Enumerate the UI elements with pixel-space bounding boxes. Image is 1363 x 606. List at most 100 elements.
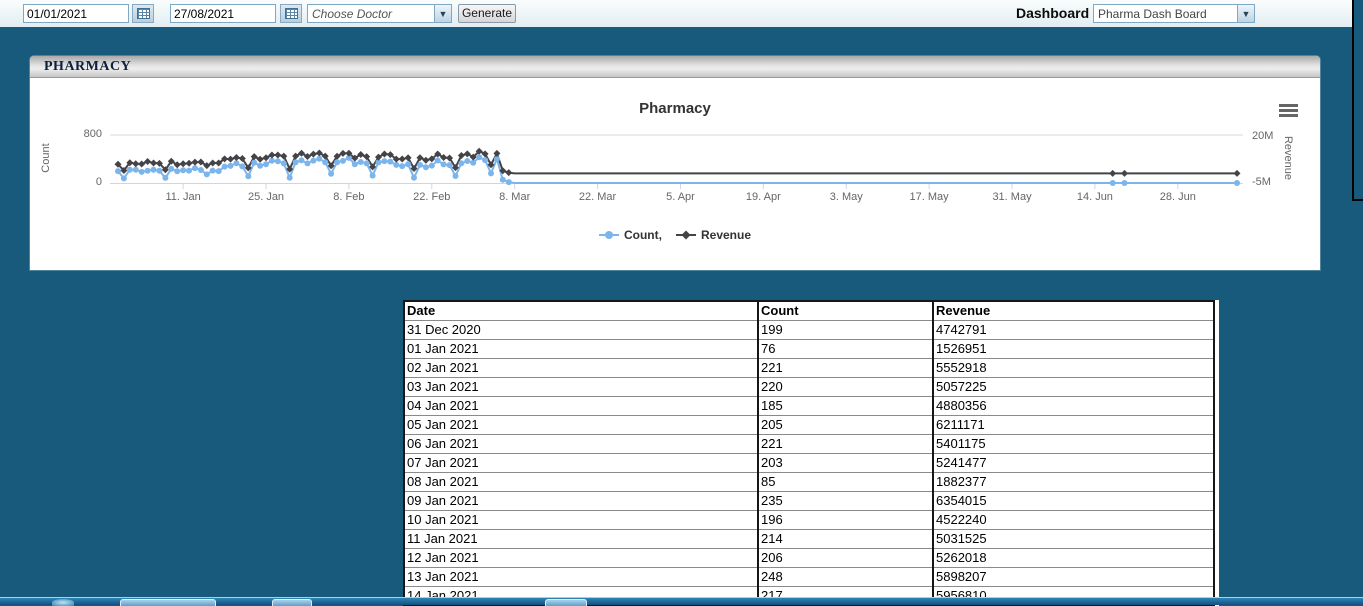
table-cell-date: 09 Jan 2021 <box>404 491 758 510</box>
table-header-count: Count <box>758 301 933 320</box>
table-row: 01 Jan 2021761526951 <box>404 339 1214 358</box>
pharmacy-chart: Pharmacy 800 0 20M -5M Count Revenue 11.… <box>30 78 1320 269</box>
legend-label: Count, <box>624 228 662 242</box>
table-header-row: Date Count Revenue <box>404 301 1214 320</box>
legend-item-count[interactable]: Count, <box>599 228 662 242</box>
xaxis-tick-label: 25. Jan <box>236 191 296 203</box>
chevron-down-icon: ▼ <box>439 9 448 19</box>
table-cell-date: 10 Jan 2021 <box>404 510 758 529</box>
table-row: 03 Jan 20212205057225 <box>404 377 1214 396</box>
table-cell-revenue: 5031525 <box>933 529 1214 548</box>
table-row: 08 Jan 2021851882377 <box>404 472 1214 491</box>
table-cell-date: 12 Jan 2021 <box>404 548 758 567</box>
table-cell-date: 01 Jan 2021 <box>404 339 758 358</box>
table-cell-date: 02 Jan 2021 <box>404 358 758 377</box>
table-cell-revenue: 6211171 <box>933 415 1214 434</box>
table-cell-count: 76 <box>758 339 933 358</box>
table-row: 11 Jan 20212145031525 <box>404 529 1214 548</box>
choose-doctor-dropdown[interactable]: Choose Doctor <box>307 4 435 23</box>
table-cell-date: 04 Jan 2021 <box>404 396 758 415</box>
date-from-input[interactable] <box>23 4 129 23</box>
xaxis-tick-label: 19. Apr <box>733 191 793 203</box>
xaxis-tick-label: 28. Jun <box>1148 191 1208 203</box>
table-header-revenue: Revenue <box>933 301 1214 320</box>
table-row: 07 Jan 20212035241477 <box>404 453 1214 472</box>
dashboard-select-arrow[interactable]: ▼ <box>1237 4 1255 23</box>
table-row: 31 Dec 20201994742791 <box>404 320 1214 339</box>
window-right-edge <box>1352 0 1363 201</box>
xaxis-tick-label: 8. Mar <box>485 191 545 203</box>
xaxis-tick-label: 17. May <box>899 191 959 203</box>
table-cell-count: 221 <box>758 358 933 377</box>
date-to-input[interactable] <box>170 4 276 23</box>
table-cell-revenue: 4522240 <box>933 510 1214 529</box>
dashboard-label: Dashboard <box>1016 5 1089 21</box>
table-cell-date: 05 Jan 2021 <box>404 415 758 434</box>
legend-item-revenue[interactable]: Revenue <box>676 228 751 242</box>
top-toolbar: Choose Doctor ▼ Generate Dashboard Pharm… <box>0 0 1352 27</box>
calendar-icon <box>285 8 298 19</box>
table-row: 02 Jan 20212215552918 <box>404 358 1214 377</box>
table-cell-revenue: 5057225 <box>933 377 1214 396</box>
dashboard-select-value: Pharma Dash Board <box>1098 7 1207 21</box>
date-from-calendar-button[interactable] <box>132 4 154 23</box>
table-row: 05 Jan 20212056211171 <box>404 415 1214 434</box>
table-row: 04 Jan 20211854880356 <box>404 396 1214 415</box>
choose-doctor-dropdown-arrow[interactable]: ▼ <box>434 4 452 23</box>
legend-marker-icon <box>599 229 619 241</box>
table-cell-count: 203 <box>758 453 933 472</box>
table-cell-date: 13 Jan 2021 <box>404 567 758 586</box>
table-cell-revenue: 1882377 <box>933 472 1214 491</box>
table-cell-date: 07 Jan 2021 <box>404 453 758 472</box>
table-cell-count: 220 <box>758 377 933 396</box>
table-row: 09 Jan 20212356354015 <box>404 491 1214 510</box>
xaxis-tick-label: 5. Apr <box>650 191 710 203</box>
table-row: 13 Jan 20212485898207 <box>404 567 1214 586</box>
table-cell-date: 03 Jan 2021 <box>404 377 758 396</box>
table-cell-count: 235 <box>758 491 933 510</box>
choose-doctor-placeholder: Choose Doctor <box>312 7 392 21</box>
panel-title: PHARMACY <box>44 59 131 75</box>
generate-button[interactable]: Generate <box>458 4 516 23</box>
table-cell-date: 11 Jan 2021 <box>404 529 758 548</box>
table-cell-date: 06 Jan 2021 <box>404 434 758 453</box>
xaxis-tick-label: 22. Mar <box>568 191 628 203</box>
table-cell-count: 248 <box>758 567 933 586</box>
table-cell-count: 206 <box>758 548 933 567</box>
xaxis-tick-label: 14. Jun <box>1065 191 1125 203</box>
xaxis-tick-label: 8. Feb <box>319 191 379 203</box>
table-cell-revenue: 4742791 <box>933 320 1214 339</box>
table-cell-date: 31 Dec 2020 <box>404 320 758 339</box>
table-row: 06 Jan 20212215401175 <box>404 434 1214 453</box>
legend-label: Revenue <box>701 228 751 242</box>
table-cell-revenue: 5552918 <box>933 358 1214 377</box>
legend-marker-icon <box>676 229 696 241</box>
table-row: 10 Jan 20211964522240 <box>404 510 1214 529</box>
table-row: 12 Jan 20212065262018 <box>404 548 1214 567</box>
table-header-date: Date <box>404 301 758 320</box>
table-cell-count: 214 <box>758 529 933 548</box>
xaxis-tick-label: 22. Feb <box>402 191 462 203</box>
chevron-down-icon: ▼ <box>1242 9 1251 19</box>
pharmacy-panel-header: PHARMACY <box>30 56 1320 78</box>
calendar-icon <box>137 8 150 19</box>
xaxis-tick-label: 3. May <box>816 191 876 203</box>
table-cell-revenue: 5401175 <box>933 434 1214 453</box>
table-cell-date: 08 Jan 2021 <box>404 472 758 491</box>
table-cell-count: 85 <box>758 472 933 491</box>
table-cell-revenue: 1526951 <box>933 339 1214 358</box>
table-cell-revenue: 5898207 <box>933 567 1214 586</box>
dashboard-select[interactable]: Pharma Dash Board <box>1093 4 1238 23</box>
table-cell-count: 185 <box>758 396 933 415</box>
data-table: Date Count Revenue 31 Dec 20201994742791… <box>403 300 1215 606</box>
table-cell-revenue: 4880356 <box>933 396 1214 415</box>
xaxis-tick-label: 11. Jan <box>153 191 213 203</box>
table-cell-count: 196 <box>758 510 933 529</box>
taskbar <box>0 597 1363 605</box>
date-to-calendar-button[interactable] <box>280 4 302 23</box>
table-cell-count: 221 <box>758 434 933 453</box>
table-cell-revenue: 5241477 <box>933 453 1214 472</box>
table-cell-revenue: 6354015 <box>933 491 1214 510</box>
table-cell-revenue: 5262018 <box>933 548 1214 567</box>
pharmacy-panel: PHARMACY Pharmacy 800 0 20M -5M Count Re… <box>30 56 1320 270</box>
